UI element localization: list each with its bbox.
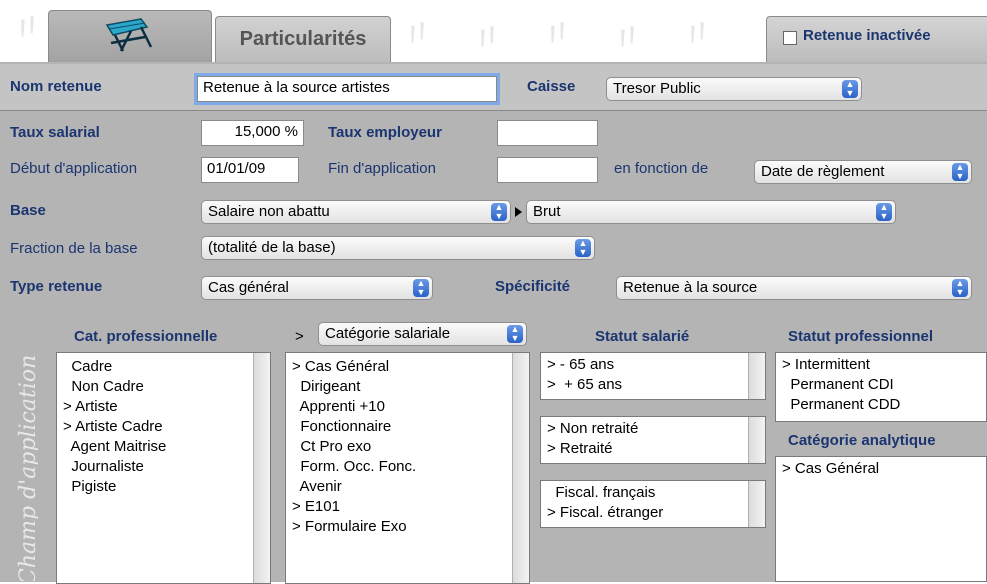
gt-marker: >: [295, 328, 304, 345]
scrollbar[interactable]: [748, 417, 765, 463]
tab-particularites-label: Particularités: [239, 28, 367, 50]
en-fonction-de-label: en fonction de: [614, 160, 709, 177]
list-item[interactable]: Fiscal. français: [547, 483, 655, 503]
cat-analytique-header: Catégorie analytique: [788, 432, 936, 449]
type-retenue-label: Type retenue: [10, 278, 103, 295]
type-retenue-select[interactable]: Cas général ▲ ▼: [201, 276, 433, 300]
caisse-select[interactable]: Tresor Public ▲ ▼: [606, 77, 862, 101]
chevron-up-down-icon: ▲ ▼: [491, 203, 507, 221]
cat-pro-header: Cat. professionnelle: [74, 328, 218, 345]
list-item[interactable]: Avenir: [292, 477, 342, 497]
deck-chair-icon: [105, 18, 153, 52]
list-item[interactable]: > E101: [292, 497, 340, 517]
list-item[interactable]: Cadre: [63, 357, 112, 377]
fraction-base-label: Fraction de la base: [10, 240, 138, 257]
scrollbar[interactable]: [253, 353, 270, 583]
triangle-right-icon: [515, 207, 522, 217]
specificite-label: Spécificité: [495, 278, 571, 295]
list-item[interactable]: Journaliste: [63, 457, 144, 477]
type-retenue-value: Cas général: [208, 279, 289, 296]
chevron-up-down-icon: ▲ ▼: [952, 163, 968, 181]
chevron-up-down-icon: ▲ ▼: [413, 279, 429, 297]
list-item[interactable]: Non Cadre: [63, 377, 144, 397]
taux-salarial-label: Taux salarial: [10, 124, 100, 141]
retenue-inactivee-toggle[interactable]: Retenue inactivée: [766, 16, 987, 62]
fiscal-list[interactable]: Fiscal. français > Fiscal. étranger: [540, 480, 766, 528]
fin-application-field[interactable]: [497, 157, 598, 183]
list-item[interactable]: Dirigeant: [292, 377, 360, 397]
en-fonction-de-select[interactable]: Date de règlement ▲ ▼: [754, 160, 972, 184]
cat-analytique-list[interactable]: > Cas Général: [775, 456, 987, 582]
list-item[interactable]: Fonctionnaire: [292, 417, 391, 437]
base-detail-select[interactable]: Brut ▲ ▼: [526, 200, 896, 224]
retenue-inactivee-label: Retenue inactivée: [803, 27, 931, 44]
chevron-up-down-icon: ▲ ▼: [842, 80, 858, 98]
taux-employeur-field[interactable]: [497, 120, 598, 146]
base-select[interactable]: Salaire non abattu ▲ ▼: [201, 200, 511, 224]
base-detail-value: Brut: [533, 203, 561, 220]
cat-salariale-list[interactable]: > Cas Général Dirigeant Apprenti +10 Fon…: [285, 352, 530, 584]
list-item[interactable]: Permanent CDI: [782, 375, 893, 395]
tab-main[interactable]: [48, 10, 212, 62]
nom-retenue-field[interactable]: Retenue à la source artistes: [197, 76, 497, 102]
base-select-value: Salaire non abattu: [208, 203, 330, 220]
list-item[interactable]: Agent Maitrise: [63, 437, 167, 457]
specificite-select[interactable]: Retenue à la source ▲ ▼: [616, 276, 972, 300]
list-item[interactable]: > Cas Général: [292, 357, 389, 377]
list-item[interactable]: > Cas Général: [782, 459, 879, 479]
list-item[interactable]: Apprenti +10: [292, 397, 386, 417]
list-item[interactable]: Form. Occ. Fonc.: [292, 457, 416, 477]
tab-particularites[interactable]: Particularités: [215, 16, 391, 62]
chevron-up-down-icon: ▲ ▼: [575, 239, 591, 257]
chevron-up-down-icon: ▲ ▼: [507, 325, 523, 343]
list-item[interactable]: > Retraité: [547, 439, 612, 459]
chevron-up-down-icon: ▲ ▼: [876, 203, 892, 221]
list-item[interactable]: > Artiste: [63, 397, 118, 417]
champ-application-title: Champ d'application: [16, 354, 38, 581]
chevron-up-down-icon: ▲ ▼: [952, 279, 968, 297]
debut-application-label: Début d'application: [10, 160, 138, 177]
champ-application-side-label: Champ d'application: [0, 335, 38, 581]
nom-retenue-label: Nom retenue: [10, 78, 102, 95]
list-item[interactable]: > Intermittent: [782, 355, 870, 375]
caisse-label: Caisse: [527, 78, 576, 95]
specificite-value: Retenue à la source: [623, 279, 758, 296]
list-item[interactable]: > + 65 ans: [547, 375, 622, 395]
fin-application-label: Fin d'application: [328, 160, 436, 177]
scrollbar[interactable]: [748, 353, 765, 399]
list-item[interactable]: Ct Pro exo: [292, 437, 371, 457]
scrollbar[interactable]: [512, 353, 529, 583]
list-item[interactable]: > Formulaire Exo: [292, 517, 407, 537]
age-list[interactable]: > - 65 ans > + 65 ans: [540, 352, 766, 400]
list-item[interactable]: Pigiste: [63, 477, 116, 497]
retenue-inactivee-checkbox[interactable]: [783, 31, 797, 45]
scrollbar[interactable]: [748, 481, 765, 527]
list-item[interactable]: > Fiscal. étranger: [547, 503, 663, 523]
statut-professionnel-header: Statut professionnel: [788, 328, 934, 345]
en-fonction-de-value: Date de règlement: [761, 163, 885, 180]
statut-pro-list[interactable]: > Intermittent Permanent CDI Permanent C…: [775, 352, 987, 422]
fraction-base-value: (totalité de la base): [208, 239, 336, 256]
taux-employeur-label: Taux employeur: [328, 124, 442, 141]
cat-salariale-select[interactable]: Catégorie salariale ▲ ▼: [318, 322, 527, 346]
list-item[interactable]: > Artiste Cadre: [63, 417, 163, 437]
taux-salarial-field[interactable]: 15,000 %: [201, 120, 304, 146]
statut-salarie-header: Statut salarié: [595, 328, 690, 345]
fraction-base-select[interactable]: (totalité de la base) ▲ ▼: [201, 236, 595, 260]
cat-salariale-value: Catégorie salariale: [325, 325, 451, 342]
list-item[interactable]: > Non retraité: [547, 419, 638, 439]
base-label: Base: [10, 202, 46, 219]
debut-application-field[interactable]: 01/01/09: [201, 157, 299, 183]
retraite-list[interactable]: > Non retraité > Retraité: [540, 416, 766, 464]
list-item[interactable]: > - 65 ans: [547, 355, 614, 375]
tab-strip: 〃 〃 〃 〃 〃 〃 Particularités Retenue inact…: [0, 0, 987, 62]
list-item[interactable]: Permanent CDD: [782, 395, 900, 415]
cat-pro-list[interactable]: Cadre Non Cadre > Artiste > Artiste Cadr…: [56, 352, 271, 584]
caisse-select-value: Tresor Public: [613, 80, 701, 97]
